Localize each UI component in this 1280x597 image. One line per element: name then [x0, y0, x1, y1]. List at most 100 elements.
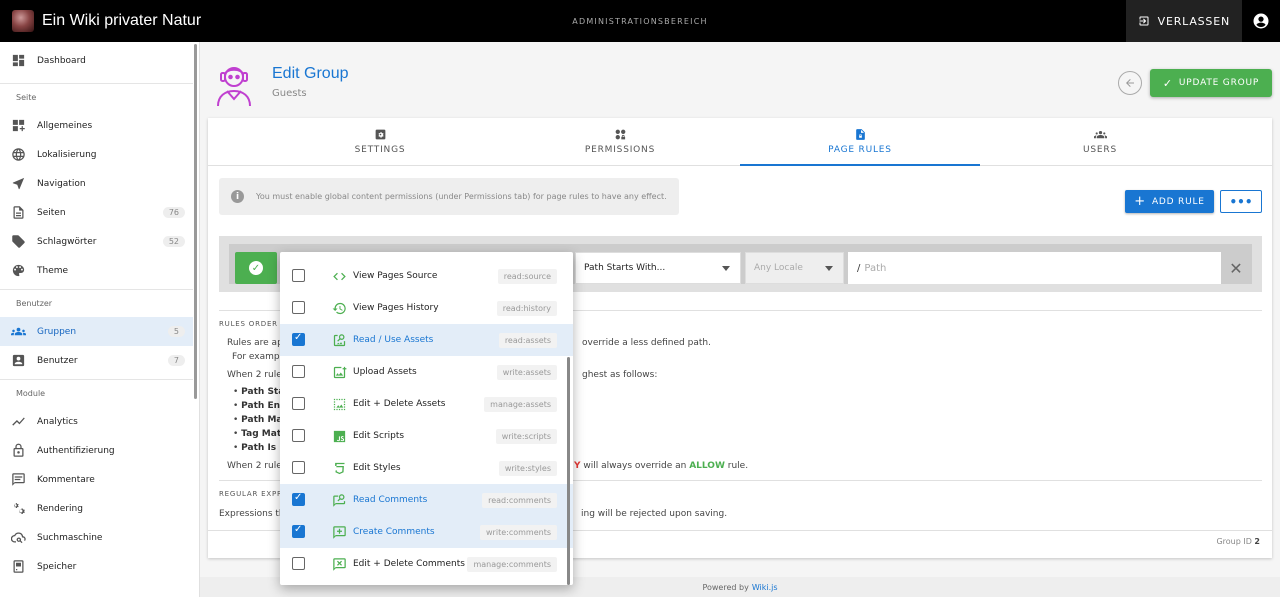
- users-icon: [1093, 130, 1107, 139]
- site-logo[interactable]: [12, 10, 34, 32]
- site-title[interactable]: Ein Wiki privater Natur: [42, 12, 201, 30]
- option-code: write:comments: [480, 525, 557, 540]
- code-icon: [331, 268, 347, 284]
- tab-page-rules[interactable]: PAGE RULES: [740, 118, 980, 166]
- tab-permissions[interactable]: PERMISSIONS: [500, 118, 740, 165]
- checkbox[interactable]: [292, 429, 305, 442]
- path-prefix: /: [857, 262, 861, 274]
- sidebar-item-theme[interactable]: Theme: [0, 256, 193, 285]
- chevron-down-icon: [825, 266, 833, 271]
- storage-icon: [10, 559, 26, 575]
- permission-option[interactable]: Upload Assets write:assets: [280, 356, 573, 388]
- sidebar-item-navigation[interactable]: Navigation: [0, 169, 193, 198]
- option-code: read:history: [496, 301, 557, 316]
- update-group-button[interactable]: ✓ UPDATE GROUP: [1150, 69, 1272, 97]
- permission-option[interactable]: Edit + Delete Assets manage:assets: [280, 388, 573, 420]
- palette-icon: [10, 263, 26, 279]
- sidebar-item-dashboard[interactable]: Dashboard: [0, 46, 193, 75]
- path-input[interactable]: / Path: [848, 252, 1221, 284]
- checkbox[interactable]: [292, 461, 305, 474]
- checkbox[interactable]: [292, 557, 305, 570]
- back-button[interactable]: [1118, 71, 1142, 95]
- locale-select[interactable]: Any Locale: [745, 252, 844, 284]
- sidebar-item-label: Speicher: [37, 561, 77, 572]
- tab-bar: SETTINGS PERMISSIONS PAGE RULES USERS: [208, 118, 1272, 166]
- checkbox[interactable]: [292, 332, 305, 346]
- dropdown-scrollbar[interactable]: [567, 357, 570, 585]
- sidebar-scrollbar[interactable]: [194, 44, 197, 399]
- permission-option[interactable]: Edit + Delete Comments manage:comments: [280, 548, 573, 580]
- group-id: Group ID 2: [1216, 537, 1260, 546]
- sidebar-item-rendering[interactable]: Rendering: [0, 494, 193, 523]
- list-item-text: Path Sta: [241, 387, 285, 397]
- list-item: • Path Is: [233, 443, 277, 453]
- page-subtitle: Guests: [272, 88, 307, 99]
- permission-option[interactable]: Create Comments write:comments: [280, 516, 573, 548]
- option-label: Read Comments: [353, 495, 428, 505]
- sidebar-item-suchmaschine[interactable]: Suchmaschine: [0, 523, 193, 552]
- checkbox[interactable]: [292, 492, 305, 506]
- sidebar-item-label: Seiten: [37, 207, 66, 218]
- sidebar-item-label: Theme: [37, 265, 69, 276]
- permission-option[interactable]: View Pages Source read:source: [280, 260, 573, 292]
- option-code: read:comments: [482, 493, 557, 508]
- group-id-label: Group ID: [1216, 537, 1252, 546]
- search-cloud-icon: [10, 530, 26, 546]
- match-select[interactable]: Path Starts With...: [575, 252, 741, 284]
- sidebar-item-benutzer[interactable]: Benutzer 7: [0, 346, 193, 375]
- rules-text-part: rule.: [724, 461, 749, 471]
- permission-option[interactable]: Read / Use Assets read:assets: [280, 324, 573, 356]
- checkbox[interactable]: [292, 269, 305, 282]
- tab-label: USERS: [1083, 145, 1117, 155]
- option-label: Edit Styles: [353, 463, 401, 473]
- more-options-button[interactable]: •••: [1220, 190, 1262, 213]
- sidebar-section-site: Seite: [0, 83, 193, 111]
- rules-text: Rules are ap: [227, 338, 283, 348]
- permission-option[interactable]: View Pages History read:history: [280, 292, 573, 324]
- sidebar-item-authentifizierung[interactable]: Authentifizierung: [0, 436, 193, 465]
- plus-icon: +: [1134, 194, 1146, 209]
- option-label: View Pages History: [353, 303, 439, 313]
- tab-users[interactable]: USERS: [980, 118, 1220, 165]
- sidebar-item-gruppen[interactable]: Gruppen 5: [0, 317, 193, 346]
- sidebar-item-schlagwoerter[interactable]: Schlagwörter 52: [0, 227, 193, 256]
- sidebar-item-kommentare[interactable]: Kommentare: [0, 465, 193, 494]
- sidebar-item-seiten[interactable]: Seiten 76: [0, 198, 193, 227]
- add-rule-button[interactable]: + ADD RULE: [1125, 190, 1214, 213]
- exit-button[interactable]: VERLASSEN: [1125, 0, 1242, 42]
- wikijs-link[interactable]: Wiki.js: [752, 583, 778, 592]
- list-item-text: Path En: [241, 401, 280, 411]
- account-icon[interactable]: [1252, 12, 1270, 30]
- checkbox[interactable]: [292, 301, 305, 314]
- sidebar-item-lokalisierung[interactable]: Lokalisierung: [0, 140, 193, 169]
- permission-option[interactable]: Edit Scripts write:scripts: [280, 420, 573, 452]
- sidebar-item-analytics[interactable]: Analytics: [0, 407, 193, 436]
- option-label: View Pages Source: [353, 271, 438, 281]
- checkbox[interactable]: [292, 397, 305, 410]
- checkbox[interactable]: [292, 524, 305, 538]
- checkbox[interactable]: [292, 365, 305, 378]
- permissions-dropdown: View Pages Source read:source View Pages…: [280, 252, 573, 585]
- sidebar-item-label: Dashboard: [37, 55, 86, 66]
- sidebar-item-speicher[interactable]: Speicher: [0, 552, 193, 581]
- path-placeholder: Path: [864, 262, 887, 274]
- remove-rule-button[interactable]: ✕: [1226, 258, 1246, 278]
- permission-option[interactable]: Edit Styles write:styles: [280, 452, 573, 484]
- regex-text: Expressions th: [219, 509, 285, 519]
- list-item-text: Tag Mat: [241, 429, 282, 439]
- option-code: read:source: [497, 269, 557, 284]
- tab-label: SETTINGS: [354, 145, 406, 155]
- option-label: Edit Scripts: [353, 431, 405, 441]
- chart-line-icon: [10, 414, 26, 430]
- sidebar-item-allgemeines[interactable]: Allgemeines: [0, 111, 193, 140]
- arrow-left-icon: [1126, 79, 1134, 87]
- count-badge: 5: [167, 326, 185, 337]
- option-code: write:scripts: [495, 429, 557, 444]
- match-select-value: Path Starts With...: [584, 263, 666, 273]
- tab-settings[interactable]: SETTINGS: [260, 118, 500, 165]
- pages-icon: [10, 205, 26, 221]
- rule-allow-toggle[interactable]: ✓: [235, 252, 277, 284]
- allow-word: ALLOW: [689, 461, 725, 471]
- permission-option[interactable]: Read Comments read:comments: [280, 484, 573, 516]
- count-badge: 76: [162, 207, 185, 218]
